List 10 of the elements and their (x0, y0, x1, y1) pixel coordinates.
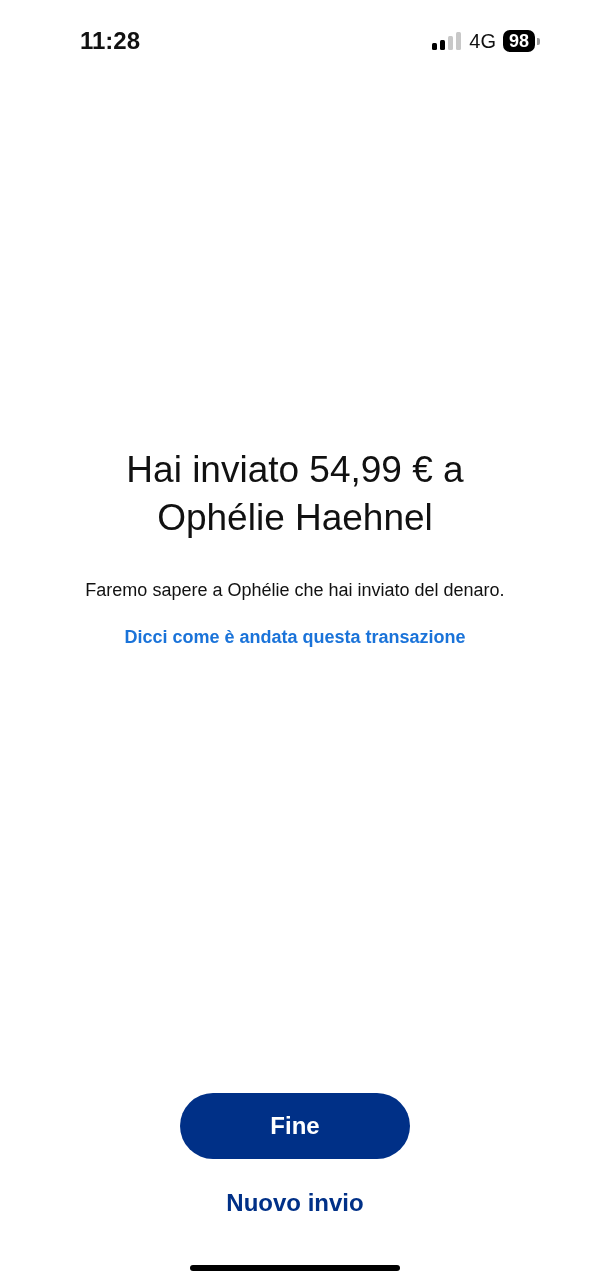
network-label: 4G (469, 29, 496, 53)
confirmation-message: Faremo sapere a Ophélie che hai inviato del denaro. (85, 580, 505, 601)
feedback-link[interactable]: Dicci come è andata questa transazione (124, 627, 466, 648)
battery-tip-icon (537, 37, 540, 45)
battery-level: 98 (502, 30, 535, 52)
signal-icon (432, 32, 463, 50)
new-send-link[interactable]: Nuovo invio (218, 1185, 372, 1221)
done-button[interactable]: Fine (180, 1093, 410, 1159)
confirmation-title: Hai inviato 54,99 € a Ophélie Haehnel (125, 448, 465, 540)
status-time: 11:28 (80, 27, 141, 55)
